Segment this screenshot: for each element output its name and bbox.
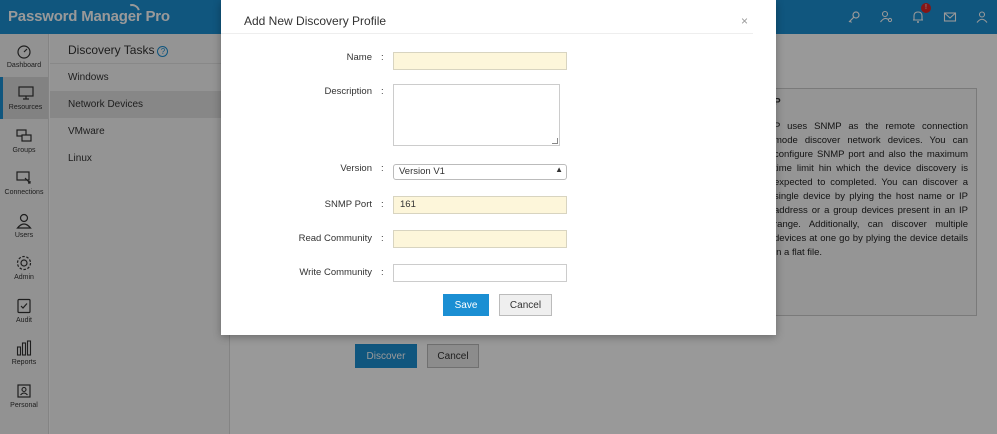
name-label: Name [346, 52, 372, 63]
write-community-label: Write Community [299, 267, 372, 278]
description-textarea[interactable] [393, 84, 560, 146]
snmp-port-input[interactable]: 161 [393, 196, 567, 214]
version-select[interactable]: Version V1 ▲ [393, 164, 567, 180]
colon: : [381, 233, 384, 244]
version-select-value: Version V1 [399, 166, 445, 177]
name-input[interactable] [393, 52, 567, 70]
resize-handle-icon[interactable] [552, 138, 558, 144]
save-button[interactable]: Save [443, 294, 489, 316]
description-label: Description [324, 86, 372, 97]
close-icon[interactable]: × [741, 14, 748, 28]
cancel-button[interactable]: Cancel [499, 294, 552, 316]
colon: : [381, 86, 384, 97]
snmp-port-label: SNMP Port [324, 199, 372, 210]
add-discovery-profile-dialog: Add New Discovery Profile × Name : Descr… [221, 0, 776, 335]
dialog-title: Add New Discovery Profile [221, 0, 753, 34]
colon: : [381, 52, 384, 63]
colon: : [381, 267, 384, 278]
select-arrows-icon: ▲ [555, 165, 563, 174]
read-community-label: Read Community [298, 233, 372, 244]
colon: : [381, 199, 384, 210]
colon: : [381, 163, 384, 174]
read-community-input[interactable] [393, 230, 567, 248]
write-community-input[interactable] [393, 264, 567, 282]
version-label: Version [340, 163, 372, 174]
